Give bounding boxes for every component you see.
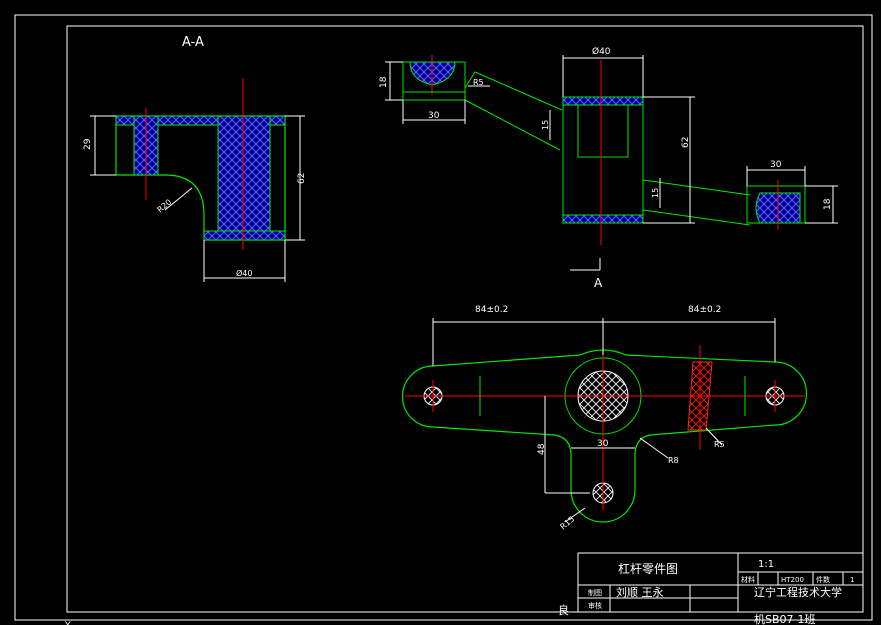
dim-text: 18: [379, 76, 389, 88]
section-view-aa[interactable]: A-A 29 62 Ø40 R20: [83, 35, 307, 282]
dim-text: R8: [668, 456, 679, 465]
dim-text: 15: [651, 188, 660, 198]
section-bore-hatch: [217, 115, 271, 241]
drawing-name: 杠杆零件图: [618, 561, 678, 576]
dim-text: 62: [681, 137, 691, 148]
dim-text: 30: [428, 111, 440, 121]
section-bottom-band: [203, 230, 286, 241]
top-view[interactable]: 84±0.2 84±0.2 30 48 R5 R8 R15: [401, 305, 808, 532]
dim-text: 15: [541, 120, 550, 130]
lower-arm: [642, 179, 751, 226]
drawn-by: 刘顺 王永: [616, 585, 664, 599]
dim-text: R5: [714, 440, 725, 449]
material-label: 材料: [741, 575, 755, 584]
check-label: 审核: [588, 601, 602, 610]
stray-text: 良: [558, 603, 569, 617]
dim-text: 29: [83, 138, 93, 150]
dim-text: 84±0.2: [475, 305, 508, 315]
dim-text: 30: [597, 439, 609, 449]
qty-value: 1: [850, 576, 854, 584]
dim-text: Ø40: [592, 46, 611, 57]
hub: [562, 96, 644, 224]
dim-text: Ø40: [236, 268, 252, 278]
view-arrow-label: A: [594, 276, 603, 290]
dim-text: 84±0.2: [688, 305, 721, 315]
left-boss-base: [403, 91, 465, 101]
leader-line: [639, 437, 669, 459]
dim-text: R20: [156, 198, 174, 215]
hub-bore: [577, 105, 629, 158]
dim-text: R5: [473, 78, 484, 87]
cad-drawing-canvas[interactable]: A-A 29 62 Ø40 R20 Ø40 62 18 30 R5 15 15 …: [0, 0, 881, 625]
dim-text: 62: [297, 173, 307, 184]
class-name: 机SB07-1班: [754, 612, 816, 625]
dim-text: R15: [559, 515, 577, 532]
scale-value: 1:1: [758, 559, 774, 570]
section-label: A-A: [182, 35, 204, 50]
dim-text: 48: [537, 443, 547, 455]
hub-bottom-hatch: [562, 214, 644, 224]
school-name: 辽宁工程技术大学: [754, 585, 842, 599]
qty-label: 件数: [816, 575, 830, 584]
title-block[interactable]: 杠杆零件图 1:1 材料 HT200 件数 1 制图 刘顺 王永 审核 辽宁工程…: [577, 552, 864, 625]
material-value: HT200: [781, 576, 804, 584]
dim-text: 30: [770, 160, 782, 170]
drawn-label: 制图: [588, 588, 602, 597]
front-view[interactable]: Ø40 62 18 30 R5 15 15 30 18 A: [379, 46, 838, 290]
hub-top-hatch: [562, 96, 644, 106]
stray-text: Y: [64, 621, 71, 625]
sheet-outer-border: [14, 14, 873, 621]
dim-text: 18: [823, 198, 833, 210]
